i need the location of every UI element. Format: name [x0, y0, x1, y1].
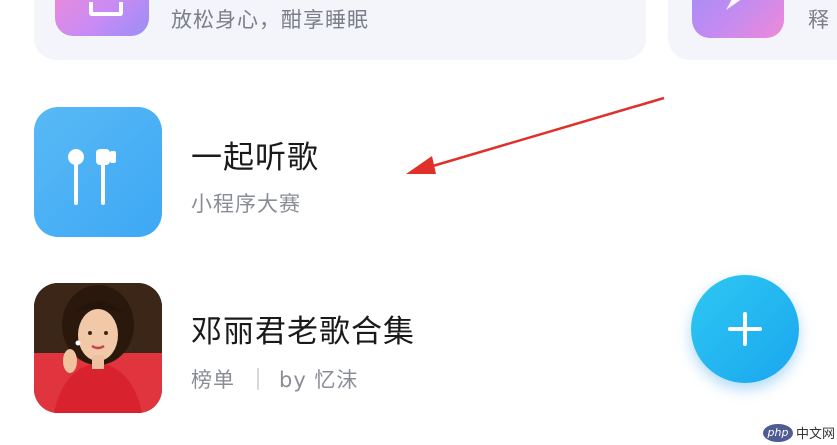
watermark: php 中文网	[763, 420, 837, 445]
php-logo: php	[763, 423, 793, 442]
annotation-arrow	[406, 96, 665, 174]
watermark-text: 中文网	[796, 427, 836, 442]
